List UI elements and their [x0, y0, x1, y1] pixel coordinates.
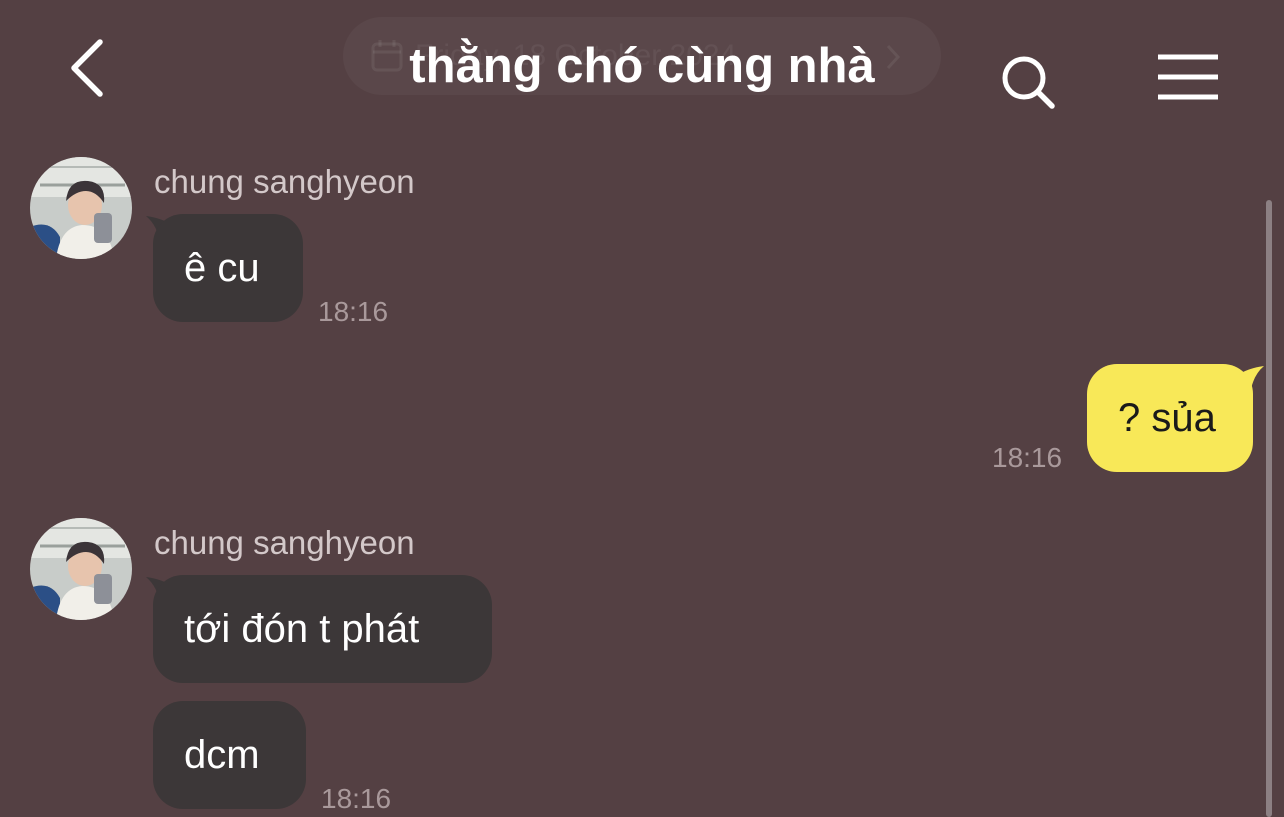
scrollbar[interactable] — [1266, 200, 1272, 817]
chevron-right-icon — [886, 44, 901, 70]
sender-avatar[interactable] — [30, 157, 132, 259]
message-time: 18:16 — [992, 442, 1063, 473]
calendar-icon — [371, 40, 403, 72]
search-button[interactable] — [1000, 54, 1056, 110]
date-pill[interactable]: Friday, 18 October 2024 — [343, 17, 941, 95]
date-pill-label: Friday, 18 October 2024 — [415, 39, 737, 72]
message-time: 18:16 — [318, 296, 389, 327]
chevron-left-icon — [71, 39, 103, 97]
message-bubble-outgoing[interactable]: ? sủa — [1087, 364, 1253, 472]
avatar-photo — [30, 157, 132, 259]
message-bubble[interactable]: ê cu — [153, 214, 303, 322]
message-time: 18:16 — [321, 783, 392, 814]
message-bubble[interactable]: tới đón t phát — [153, 575, 492, 683]
hamburger-menu-icon — [1158, 54, 1218, 100]
menu-button[interactable] — [1156, 54, 1220, 100]
search-icon — [1002, 56, 1055, 109]
chat-screen: Friday, 18 October 2024 thằng chó cùng n… — [0, 0, 1284, 817]
sender-name: chung sanghyeon — [154, 524, 415, 561]
back-button[interactable] — [64, 36, 112, 100]
sender-avatar[interactable] — [30, 518, 132, 620]
sender-name: chung sanghyeon — [154, 163, 415, 200]
avatar-photo — [30, 518, 132, 620]
message-bubble[interactable]: dcm — [153, 701, 306, 809]
